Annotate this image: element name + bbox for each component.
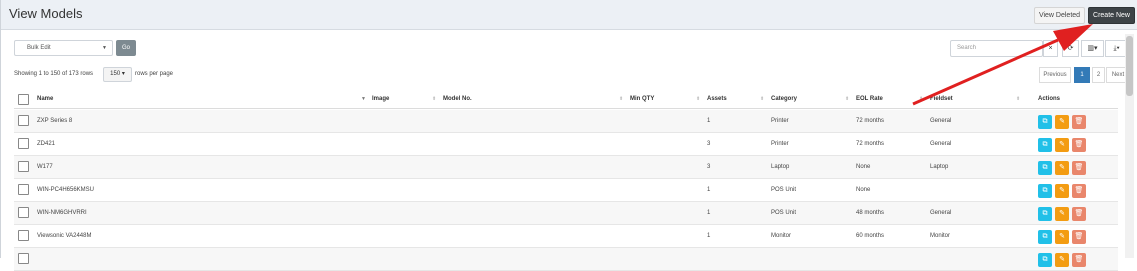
annotation-arrowhead	[1053, 24, 1093, 51]
annotation-arrow-line	[912, 38, 1059, 106]
annotation-arrow-overlay	[912, 24, 1093, 106]
